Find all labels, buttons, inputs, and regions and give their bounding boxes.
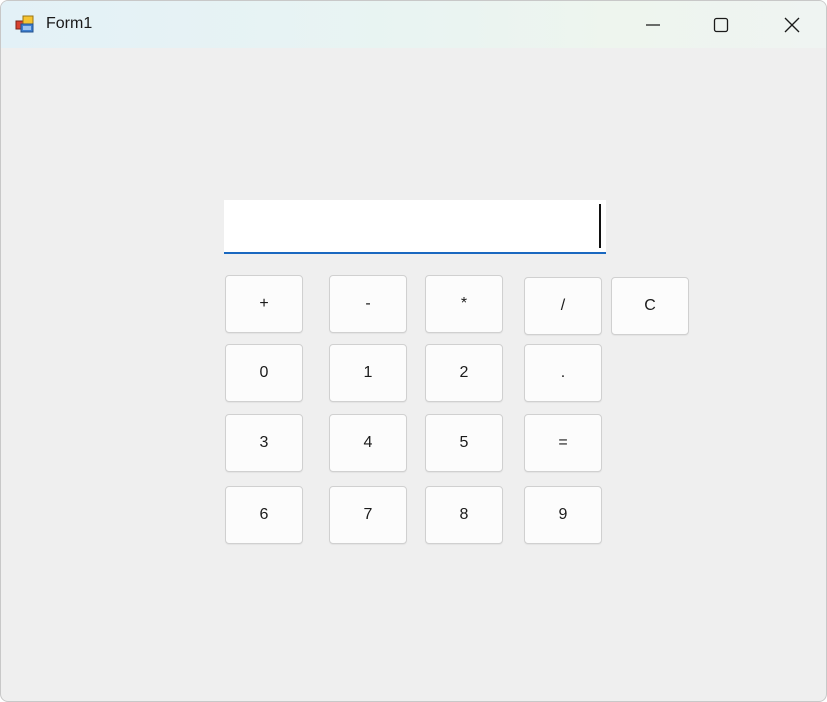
- digit-5-button[interactable]: 5: [425, 414, 503, 472]
- minimize-button[interactable]: [630, 1, 676, 48]
- equals-button[interactable]: =: [524, 414, 602, 472]
- window-title: Form1: [46, 15, 93, 32]
- minimize-icon: [646, 23, 660, 26]
- digit-6-button[interactable]: 6: [225, 486, 303, 544]
- digit-2-button[interactable]: 2: [425, 344, 503, 402]
- multiply-button[interactable]: *: [425, 275, 503, 333]
- close-button[interactable]: [769, 1, 815, 48]
- digit-1-button[interactable]: 1: [329, 344, 407, 402]
- digit-0-button[interactable]: 0: [225, 344, 303, 402]
- decimal-point-button[interactable]: .: [524, 344, 602, 402]
- maximize-icon: [713, 17, 729, 32]
- plus-button[interactable]: +: [225, 275, 303, 333]
- display-input[interactable]: [224, 200, 606, 254]
- divide-button[interactable]: /: [524, 277, 602, 335]
- clear-button[interactable]: C: [611, 277, 689, 335]
- title-bar[interactable]: Form1: [1, 1, 826, 48]
- maximize-button[interactable]: [698, 1, 744, 48]
- app-window: Form1 + - * / C 0 1 2 . 3 4 5 = 6 7 8 9: [0, 0, 827, 702]
- app-icon: [15, 14, 35, 34]
- digit-3-button[interactable]: 3: [225, 414, 303, 472]
- minus-button[interactable]: -: [329, 275, 407, 333]
- digit-7-button[interactable]: 7: [329, 486, 407, 544]
- close-icon: [784, 17, 800, 32]
- digit-9-button[interactable]: 9: [524, 486, 602, 544]
- digit-8-button[interactable]: 8: [425, 486, 503, 544]
- text-caret: [599, 204, 601, 248]
- digit-4-button[interactable]: 4: [329, 414, 407, 472]
